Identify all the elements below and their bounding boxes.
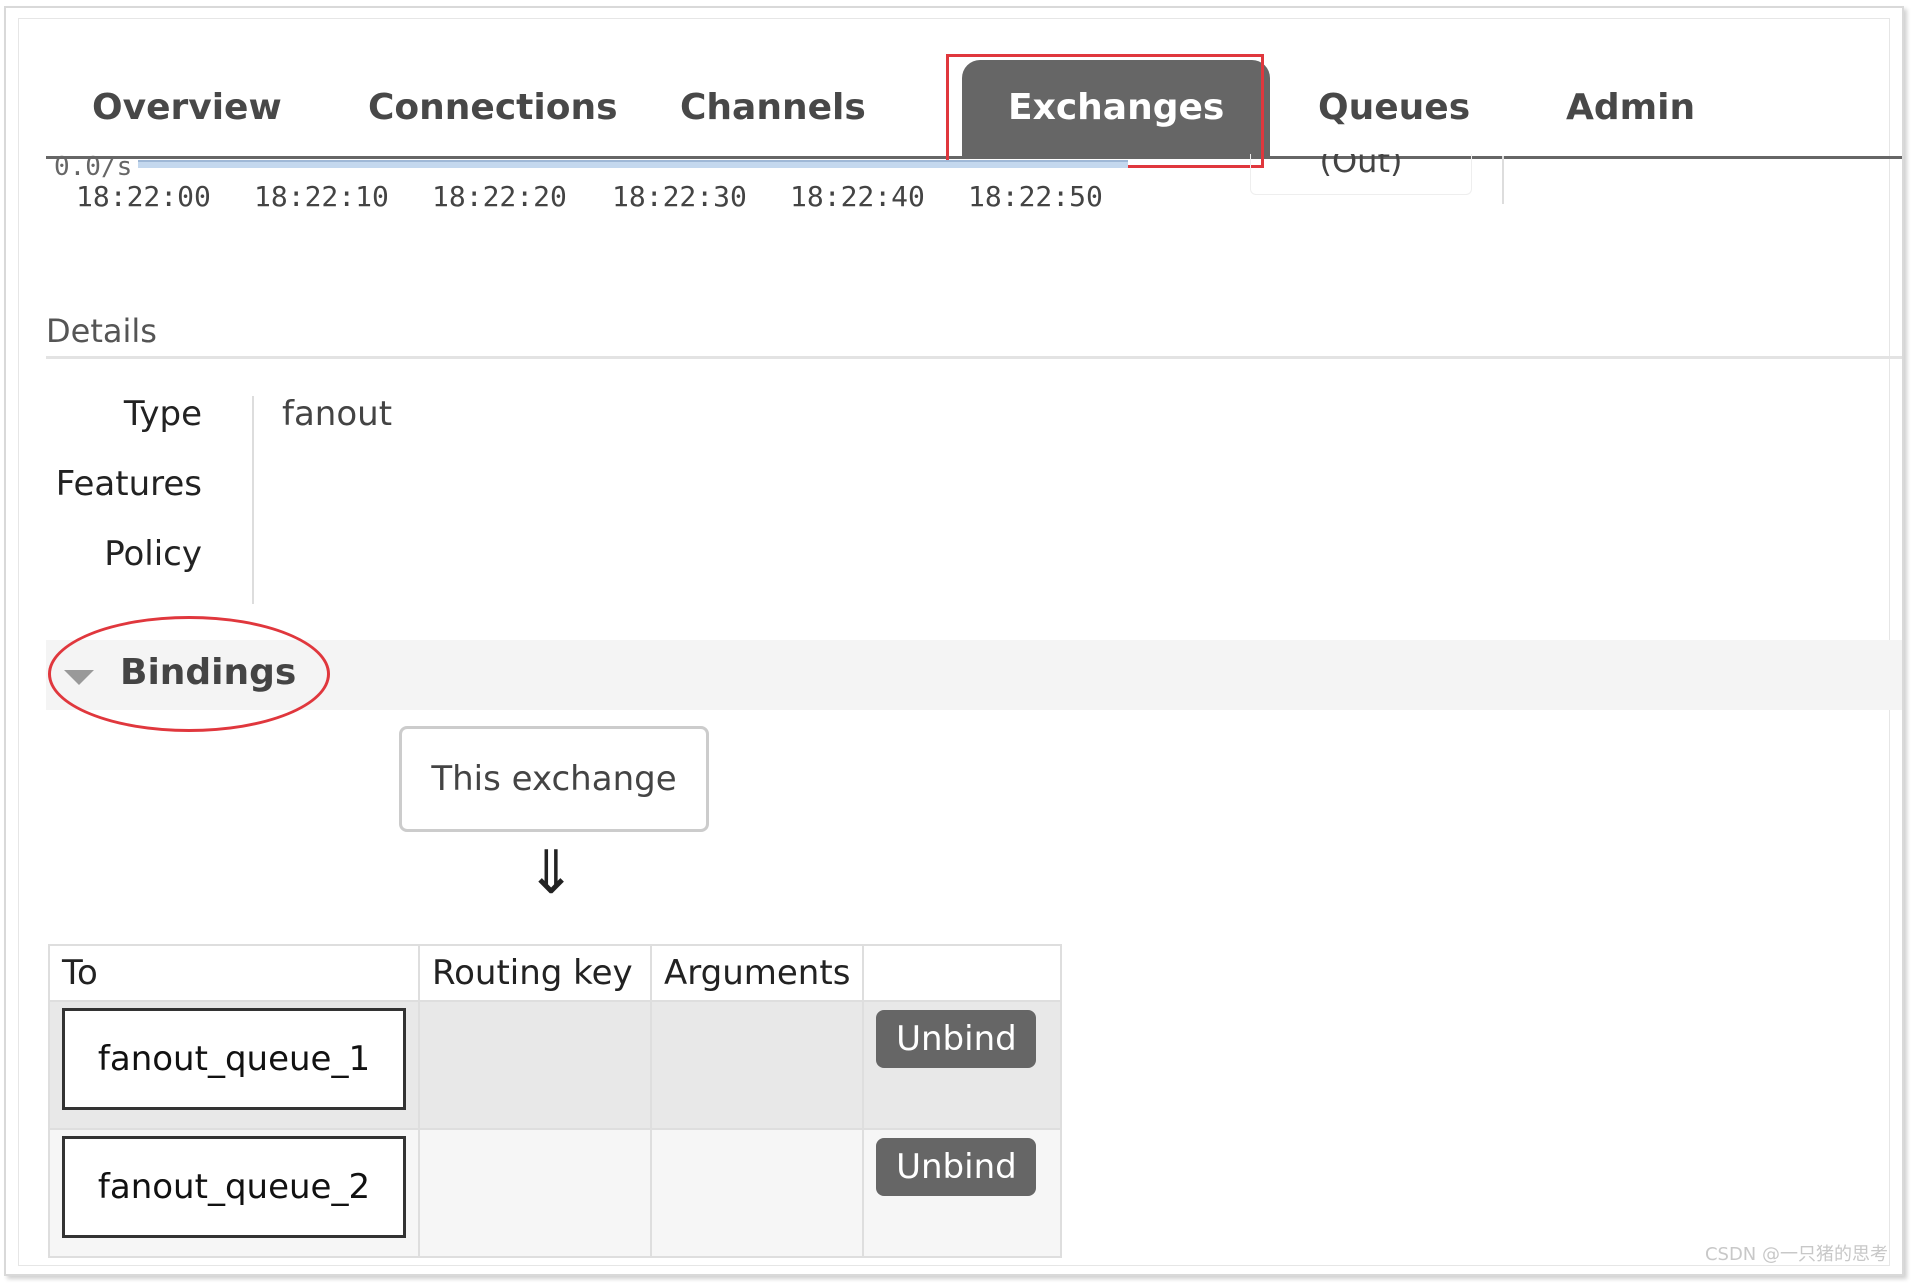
features-label: Features <box>55 464 202 504</box>
unbind-button[interactable]: Unbind <box>876 1010 1037 1068</box>
details-title: Details <box>46 312 157 350</box>
tab-channels[interactable]: Channels <box>680 60 866 156</box>
arguments-cell <box>649 1128 865 1258</box>
bindings-title[interactable]: Bindings <box>120 652 296 693</box>
this-exchange-box: This exchange <box>399 726 709 832</box>
tab-overview[interactable]: Overview <box>92 60 282 156</box>
column-header-routing-key: Routing key <box>418 944 652 1002</box>
rate-series-line <box>138 160 1128 168</box>
time-tick: 18:22:40 <box>790 180 925 213</box>
message-rate-chart: 0.0/s 18:22:00 18:22:10 18:22:20 18:22:3… <box>46 152 1286 218</box>
to-cell: fanout_queue_2 <box>48 1128 420 1258</box>
unbind-button[interactable]: Unbind <box>876 1138 1037 1196</box>
column-header-arguments: Arguments <box>649 944 865 1002</box>
table-row: fanout_queue_2 Unbind <box>48 1128 1063 1258</box>
details-separator <box>252 396 254 604</box>
chart-legend-out: (Out) <box>1250 154 1472 195</box>
action-cell: Unbind <box>862 1128 1063 1258</box>
details-divider <box>46 356 1902 359</box>
queue-link[interactable]: fanout_queue_2 <box>62 1136 406 1238</box>
type-label: Type <box>123 394 202 434</box>
time-tick: 18:22:30 <box>612 180 747 213</box>
routing-key-cell <box>418 1000 652 1130</box>
screenshot-frame: Overview Connections Channels Exchanges … <box>4 6 1904 1276</box>
queue-link[interactable]: fanout_queue_1 <box>62 1008 406 1110</box>
time-tick: 18:22:00 <box>76 180 211 213</box>
time-tick: 18:22:20 <box>432 180 567 213</box>
column-header-to: To <box>48 944 420 1002</box>
table-header-row: To Routing key Arguments <box>48 944 1063 1002</box>
tab-admin[interactable]: Admin <box>1566 60 1695 156</box>
chart-divider <box>1502 156 1504 204</box>
column-header-actions <box>862 944 1063 1002</box>
tab-exchanges[interactable]: Exchanges <box>962 60 1271 156</box>
action-cell: Unbind <box>862 1000 1063 1130</box>
tab-queues[interactable]: Queues <box>1318 60 1470 156</box>
collapse-triangle-icon[interactable] <box>64 670 94 685</box>
arguments-cell <box>649 1000 865 1130</box>
time-tick: 18:22:10 <box>254 180 389 213</box>
down-arrow-icon: ⇓ <box>526 838 577 908</box>
bindings-table: To Routing key Arguments fanout_queue_1 … <box>48 944 1063 1258</box>
rate-axis-label: 0.0/s <box>54 152 133 182</box>
tab-connections[interactable]: Connections <box>368 60 618 156</box>
bindings-section-header[interactable] <box>46 640 1902 710</box>
type-value: fanout <box>282 394 393 434</box>
table-row: fanout_queue_1 Unbind <box>48 1000 1063 1130</box>
routing-key-cell <box>418 1128 652 1258</box>
watermark: CSDN @一只猪的思考 <box>1704 1244 1888 1265</box>
main-nav: Overview Connections Channels Exchanges … <box>46 60 1902 159</box>
policy-label: Policy <box>104 534 202 574</box>
to-cell: fanout_queue_1 <box>48 1000 420 1130</box>
time-tick: 18:22:50 <box>968 180 1103 213</box>
